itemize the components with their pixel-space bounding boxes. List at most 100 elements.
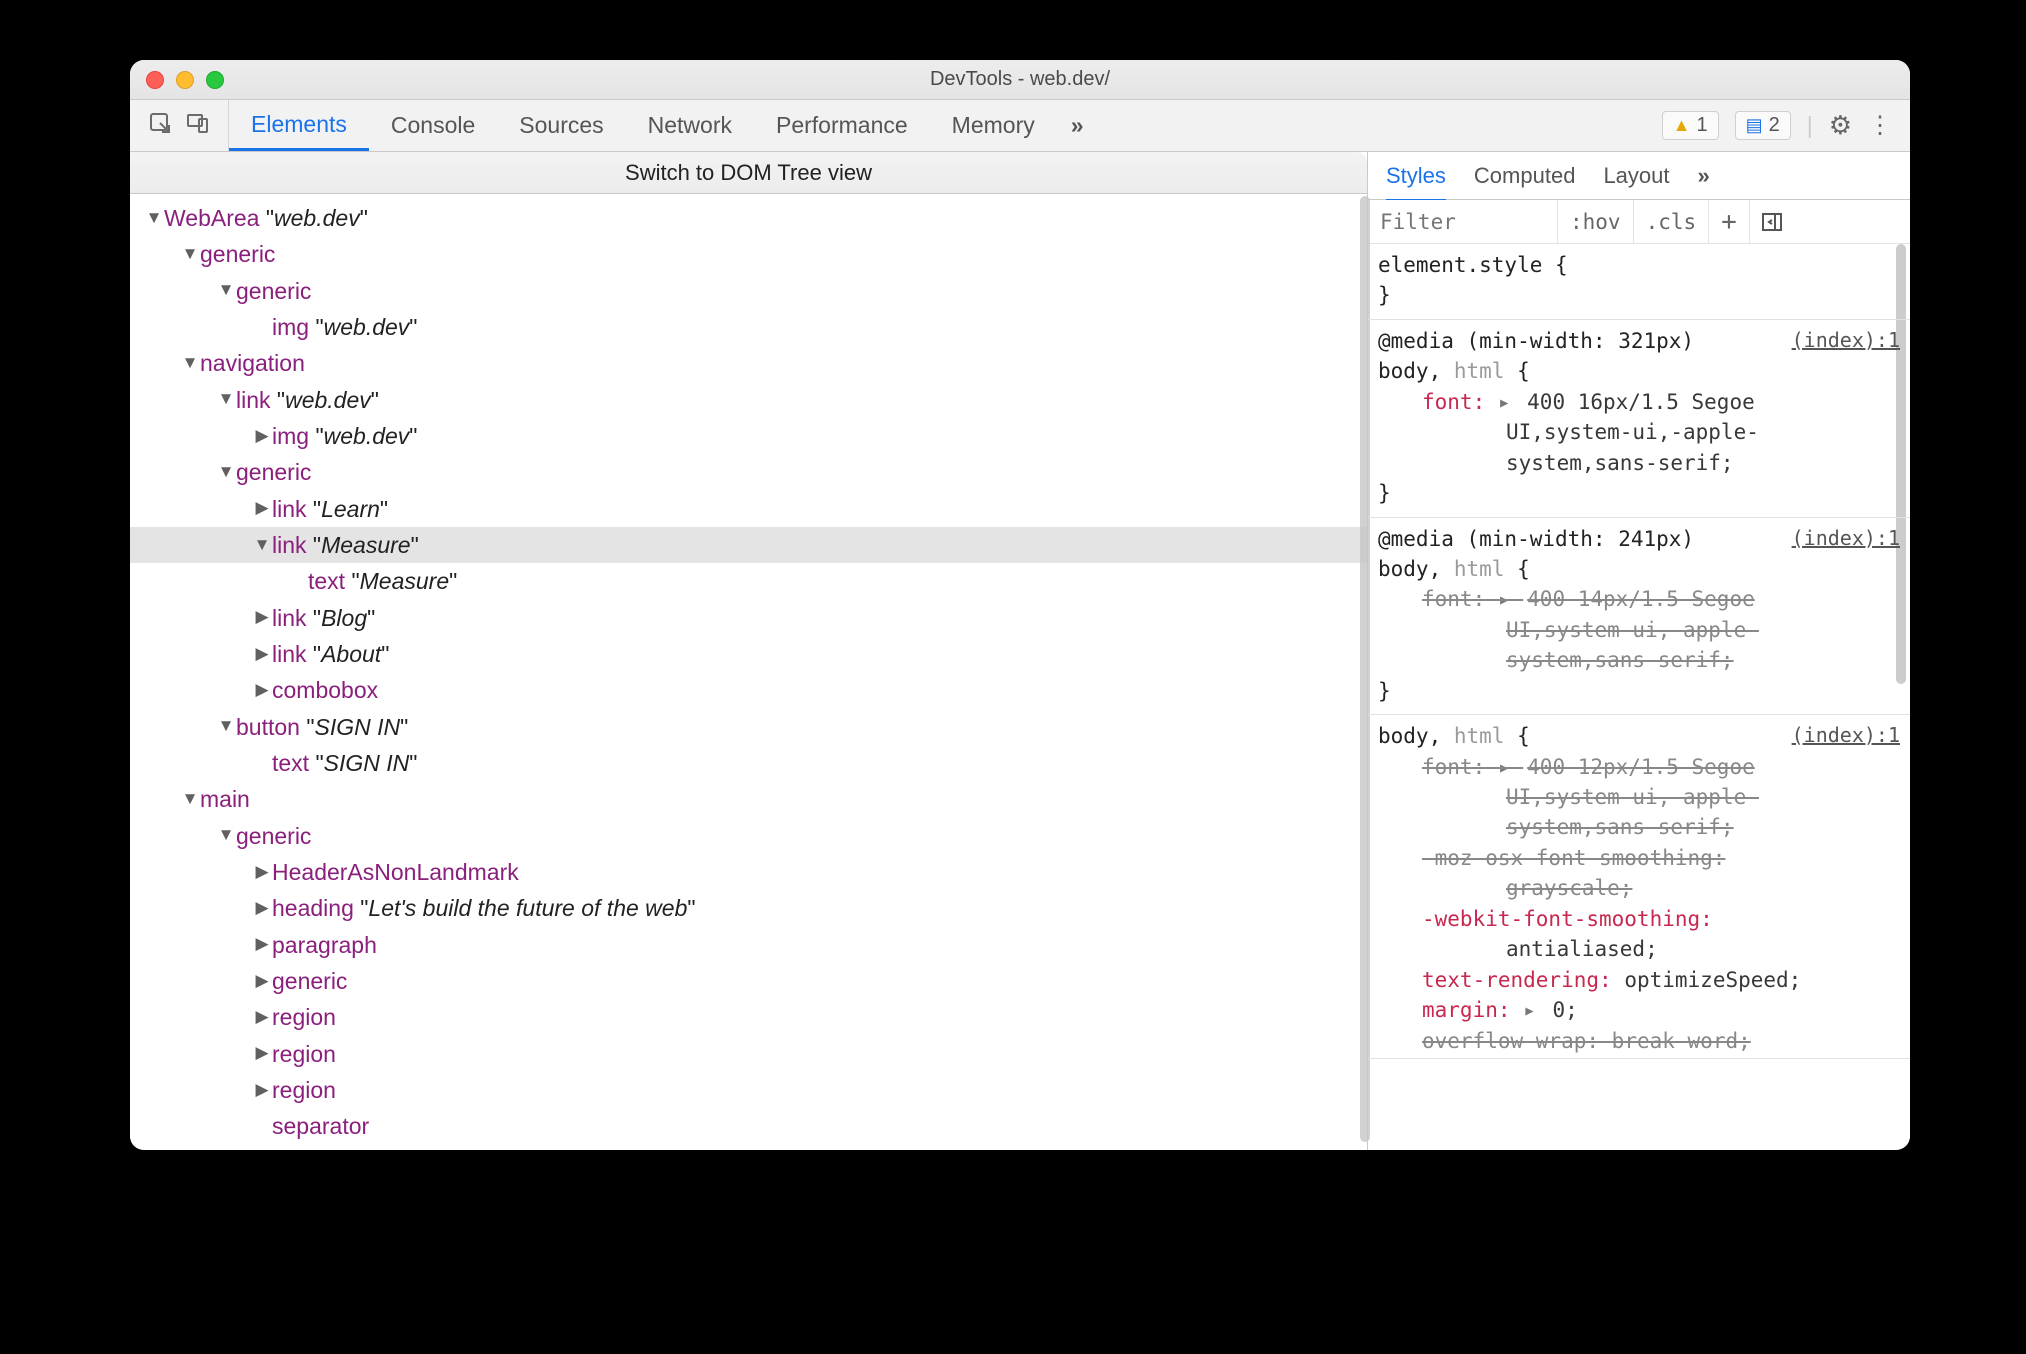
rule-source-link[interactable]: (index):1 bbox=[1792, 326, 1900, 355]
tab-sources[interactable]: Sources bbox=[497, 100, 625, 151]
close-icon[interactable] bbox=[146, 71, 164, 89]
tree-row[interactable]: ▼WebArea "web.dev" bbox=[130, 200, 1367, 236]
more-tabs-icon[interactable]: » bbox=[1057, 100, 1094, 151]
issues-count: 2 bbox=[1769, 114, 1780, 137]
tree-node-label: main bbox=[200, 781, 250, 817]
tree-row[interactable]: separator bbox=[130, 1108, 1367, 1144]
chevron-right-icon[interactable]: ▶ bbox=[252, 677, 272, 704]
chevron-down-icon[interactable]: ▼ bbox=[216, 459, 236, 486]
tree-row[interactable]: ▶HeaderAsNonLandmark bbox=[130, 854, 1367, 890]
tab-elements[interactable]: Elements bbox=[229, 100, 369, 151]
style-rule[interactable]: (index):1@media (min-width: 321px)body, … bbox=[1368, 320, 1910, 518]
chevron-right-icon[interactable]: ▶ bbox=[252, 641, 272, 668]
titlebar: DevTools - web.dev/ bbox=[130, 60, 1910, 100]
chevron-down-icon[interactable]: ▼ bbox=[252, 532, 272, 559]
chevron-right-icon[interactable]: ▶ bbox=[252, 931, 272, 958]
css-declaration[interactable]: font: ▸ 400 12px/1.5 Segoe UI,system-ui,… bbox=[1378, 752, 1900, 843]
rule-close: } bbox=[1378, 478, 1900, 508]
style-rule[interactable]: (index):1@media (min-width: 241px)body, … bbox=[1368, 518, 1910, 716]
issues-badge[interactable]: ▤ 2 bbox=[1735, 111, 1791, 140]
chevron-right-icon[interactable]: ▶ bbox=[252, 895, 272, 922]
chevron-down-icon[interactable]: ▼ bbox=[216, 386, 236, 413]
tree-node-label: combobox bbox=[272, 672, 378, 708]
chevron-down-icon[interactable]: ▼ bbox=[180, 786, 200, 813]
tree-row[interactable]: ▼generic bbox=[130, 273, 1367, 309]
css-declaration[interactable]: font: ▸ 400 16px/1.5 SegoeUI,system-ui,-… bbox=[1378, 387, 1900, 478]
chevron-down-icon[interactable]: ▼ bbox=[216, 713, 236, 740]
tree-node-label: region bbox=[272, 1036, 336, 1072]
tree-row[interactable]: ▶link "Blog" bbox=[130, 600, 1367, 636]
chevron-right-icon[interactable]: ▶ bbox=[252, 495, 272, 522]
chevron-right-icon[interactable]: ▶ bbox=[252, 1077, 272, 1104]
tree-row[interactable]: text "Measure" bbox=[130, 563, 1367, 599]
tree-row[interactable]: ▼button "SIGN IN" bbox=[130, 709, 1367, 745]
tab-performance[interactable]: Performance bbox=[754, 100, 930, 151]
chevron-right-icon[interactable]: ▶ bbox=[252, 423, 272, 450]
tree-row[interactable]: ▶region bbox=[130, 1036, 1367, 1072]
tree-row[interactable]: ▼main bbox=[130, 781, 1367, 817]
tree-node-label: heading "Let's build the future of the w… bbox=[272, 890, 696, 926]
warnings-badge[interactable]: ▲ 1 bbox=[1662, 111, 1719, 140]
css-declaration[interactable]: -moz-osx-font-smoothing: grayscale; bbox=[1378, 843, 1900, 904]
tree-row[interactable]: ▶region bbox=[130, 999, 1367, 1035]
css-declaration[interactable]: overflow-wrap: break-word; bbox=[1378, 1026, 1900, 1056]
chevron-right-icon[interactable]: ▶ bbox=[252, 1040, 272, 1067]
tab-console[interactable]: Console bbox=[369, 100, 497, 151]
tab-styles[interactable]: Styles bbox=[1386, 163, 1446, 202]
chevron-down-icon[interactable]: ▼ bbox=[180, 241, 200, 268]
tree-row[interactable]: ▼generic bbox=[130, 236, 1367, 272]
cls-toggle[interactable]: .cls bbox=[1634, 200, 1710, 243]
tree-row[interactable]: ▼generic bbox=[130, 454, 1367, 490]
new-style-rule-icon[interactable]: + bbox=[1709, 200, 1750, 243]
chevron-down-icon[interactable]: ▼ bbox=[180, 350, 200, 377]
element-style-rule[interactable]: element.style { } bbox=[1368, 244, 1910, 320]
inspect-icon[interactable] bbox=[148, 111, 172, 141]
tree-node-label: link "About" bbox=[272, 636, 389, 672]
more-menu-icon[interactable]: ⋮ bbox=[1868, 111, 1892, 140]
tab-layout[interactable]: Layout bbox=[1603, 163, 1669, 189]
tree-row[interactable]: ▶heading "Let's build the future of the … bbox=[130, 890, 1367, 926]
minimize-icon[interactable] bbox=[176, 71, 194, 89]
tree-row[interactable]: ▶link "About" bbox=[130, 636, 1367, 672]
tree-row[interactable]: ▶link "Learn" bbox=[130, 491, 1367, 527]
css-declaration[interactable]: text-rendering: optimizeSpeed; bbox=[1378, 965, 1900, 995]
tree-row[interactable]: ▶generic bbox=[130, 963, 1367, 999]
style-rule[interactable]: (index):1 body, html { font: ▸ 400 12px/… bbox=[1368, 715, 1910, 1059]
chevron-down-icon[interactable]: ▼ bbox=[216, 277, 236, 304]
rule-source-link[interactable]: (index):1 bbox=[1792, 721, 1900, 750]
rule-source-link[interactable]: (index):1 bbox=[1792, 524, 1900, 553]
hov-toggle[interactable]: :hov bbox=[1558, 200, 1634, 243]
accessibility-tree[interactable]: ▼WebArea "web.dev"▼generic▼genericimg "w… bbox=[130, 194, 1367, 1150]
css-declaration[interactable]: margin: ▸ 0; bbox=[1378, 995, 1900, 1025]
tree-row[interactable]: ▼navigation bbox=[130, 345, 1367, 381]
tree-row[interactable]: ▼generic bbox=[130, 818, 1367, 854]
settings-icon[interactable]: ⚙ bbox=[1829, 110, 1852, 141]
chevron-down-icon[interactable]: ▼ bbox=[144, 205, 164, 232]
chevron-down-icon[interactable]: ▼ bbox=[216, 822, 236, 849]
tree-row[interactable]: ▶paragraph bbox=[130, 927, 1367, 963]
tree-row[interactable]: ▶region bbox=[130, 1072, 1367, 1108]
tree-row[interactable]: ▼link "Measure" bbox=[130, 527, 1367, 563]
chevron-right-icon[interactable]: ▶ bbox=[252, 604, 272, 631]
tree-row[interactable]: text "SIGN IN" bbox=[130, 745, 1367, 781]
tab-memory[interactable]: Memory bbox=[930, 100, 1057, 151]
css-declaration[interactable]: -webkit-font-smoothing: antialiased; bbox=[1378, 904, 1900, 965]
styles-filter-input[interactable] bbox=[1368, 200, 1558, 243]
zoom-icon[interactable] bbox=[206, 71, 224, 89]
tab-network[interactable]: Network bbox=[626, 100, 754, 151]
computed-sidebar-icon[interactable] bbox=[1750, 200, 1794, 243]
tree-row[interactable]: img "web.dev" bbox=[130, 309, 1367, 345]
device-toggle-icon[interactable] bbox=[186, 111, 210, 141]
tree-node-label: generic bbox=[200, 236, 275, 272]
css-declaration[interactable]: font: ▸ 400 14px/1.5 SegoeUI,system-ui,-… bbox=[1378, 584, 1900, 675]
tree-row[interactable]: ▼link "web.dev" bbox=[130, 382, 1367, 418]
tree-row[interactable]: ▶combobox bbox=[130, 672, 1367, 708]
chevron-right-icon[interactable]: ▶ bbox=[252, 859, 272, 886]
chevron-right-icon[interactable]: ▶ bbox=[252, 1004, 272, 1031]
switch-dom-tree-button[interactable]: Switch to DOM Tree view bbox=[130, 152, 1367, 194]
tree-node-label: region bbox=[272, 999, 336, 1035]
styles-more-tabs-icon[interactable]: » bbox=[1698, 163, 1706, 189]
tab-computed[interactable]: Computed bbox=[1474, 163, 1576, 189]
tree-row[interactable]: ▶img "web.dev" bbox=[130, 418, 1367, 454]
chevron-right-icon[interactable]: ▶ bbox=[252, 968, 272, 995]
